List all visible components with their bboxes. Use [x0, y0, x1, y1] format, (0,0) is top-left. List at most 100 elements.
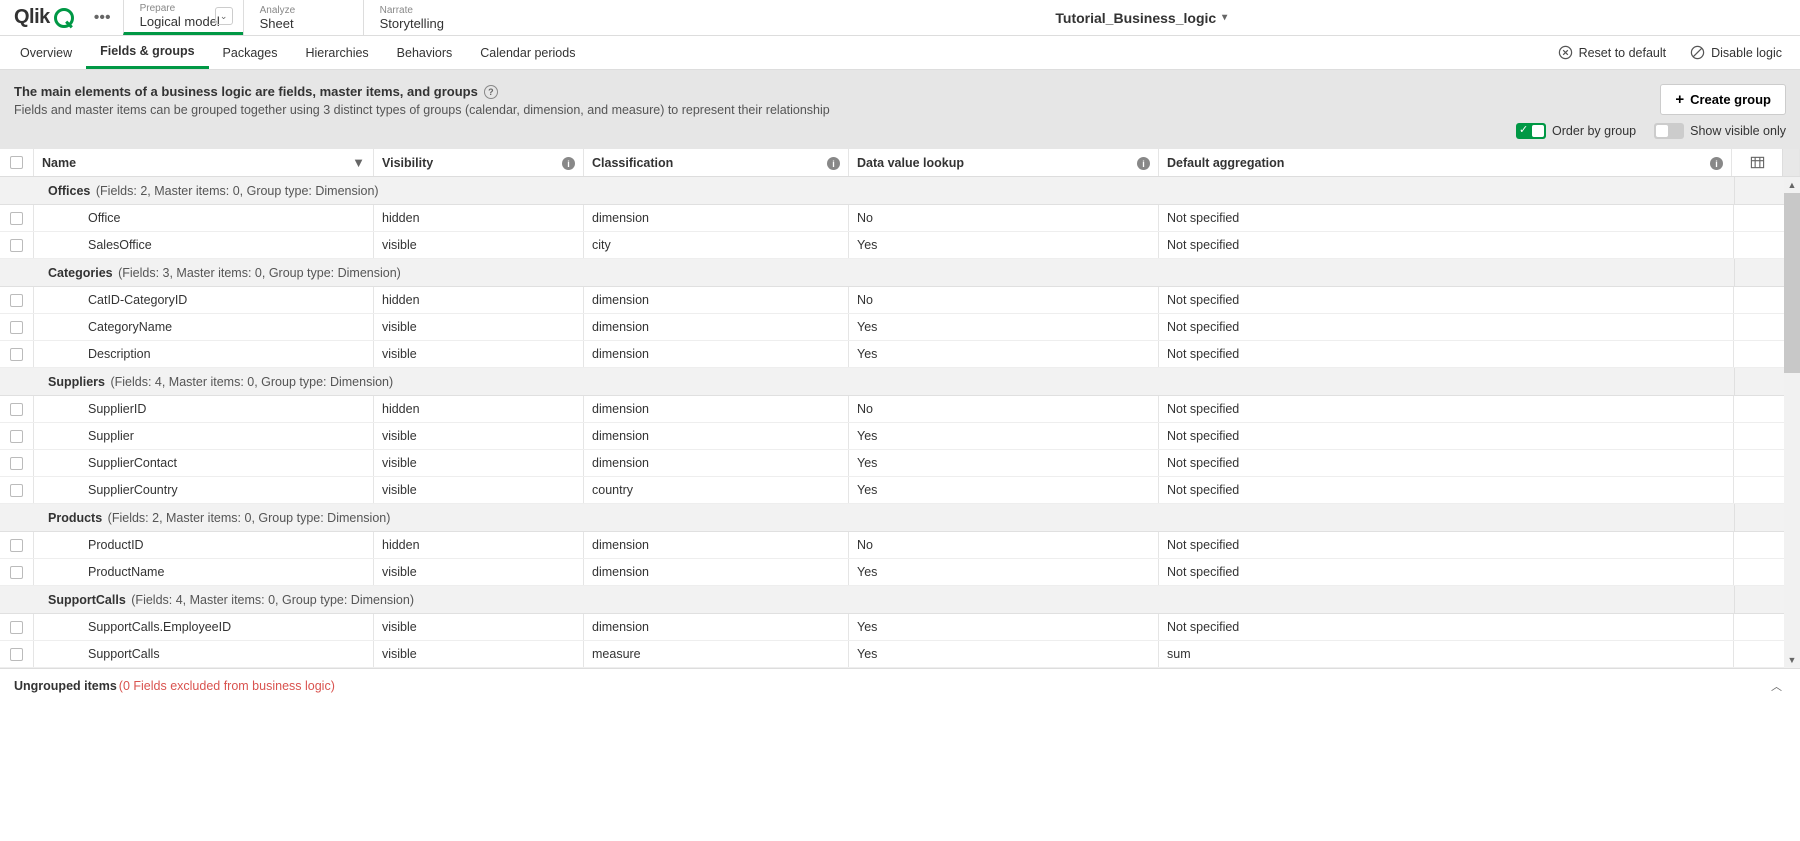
nav-tab-label: Sheet	[260, 16, 347, 31]
row-checkbox[interactable]	[0, 641, 34, 667]
cell-lookup: Yes	[849, 341, 1159, 367]
show-visible-only-toggle[interactable]	[1654, 123, 1684, 139]
scroll-up-button[interactable]: ▲	[1784, 177, 1800, 193]
cell-lookup: Yes	[849, 232, 1159, 258]
order-by-group-toggle[interactable]	[1516, 123, 1546, 139]
cell-end	[1734, 477, 1784, 503]
cell-aggregation: Not specified	[1159, 559, 1734, 585]
row-checkbox[interactable]	[0, 477, 34, 503]
cell-aggregation: Not specified	[1159, 532, 1734, 558]
cell-lookup: No	[849, 396, 1159, 422]
subtab-calendar-periods[interactable]: Calendar periods	[466, 36, 589, 69]
group-row[interactable]: Products (Fields: 2, Master items: 0, Gr…	[0, 504, 1800, 532]
vertical-scrollbar[interactable]: ▲ ▼	[1784, 177, 1800, 668]
cell-lookup: Yes	[849, 477, 1159, 503]
row-checkbox[interactable]	[0, 205, 34, 231]
table-row[interactable]: SalesOfficevisiblecityYesNot specified	[0, 232, 1800, 259]
table-row[interactable]: ProductNamevisibledimensionYesNot specif…	[0, 559, 1800, 586]
scroll-down-button[interactable]: ▼	[1784, 652, 1800, 668]
scroll-thumb[interactable]	[1784, 193, 1800, 373]
cell-aggregation: Not specified	[1159, 314, 1734, 340]
row-checkbox[interactable]	[0, 232, 34, 258]
row-checkbox[interactable]	[0, 287, 34, 313]
table-row[interactable]: SuppliervisibledimensionYesNot specified	[0, 423, 1800, 450]
cell-lookup: Yes	[849, 450, 1159, 476]
header-visibility[interactable]: Visibility i	[374, 149, 584, 176]
table-row[interactable]: SupportCalls.EmployeeIDvisibledimensionY…	[0, 614, 1800, 641]
cell-classification: city	[584, 232, 849, 258]
info-icon[interactable]: i	[1137, 155, 1150, 171]
header-classification[interactable]: Classification i	[584, 149, 849, 176]
reset-to-default-button[interactable]: Reset to default	[1546, 45, 1679, 60]
header-name[interactable]: Name ▼	[34, 149, 374, 176]
group-name: Products	[48, 511, 102, 525]
create-group-button[interactable]: + Create group	[1660, 84, 1786, 115]
column-picker-button[interactable]	[1732, 149, 1782, 176]
help-icon[interactable]: ?	[484, 85, 498, 99]
ungrouped-items-bar[interactable]: Ungrouped items (0 Fields excluded from …	[0, 668, 1800, 702]
table-row[interactable]: OfficehiddendimensionNoNot specified	[0, 205, 1800, 232]
row-checkbox[interactable]	[0, 341, 34, 367]
filter-icon[interactable]: ▼	[352, 155, 365, 170]
header-aggregation[interactable]: Default aggregation i	[1159, 149, 1732, 176]
scrollbar-header	[1782, 149, 1800, 176]
row-checkbox[interactable]	[0, 532, 34, 558]
cell-aggregation: Not specified	[1159, 423, 1734, 449]
group-row[interactable]: SupportCalls (Fields: 4, Master items: 0…	[0, 586, 1800, 614]
disable-logic-button[interactable]: Disable logic	[1678, 45, 1794, 60]
chevron-up-icon[interactable]: ︿	[1767, 674, 1786, 698]
cell-name: ProductID	[34, 532, 374, 558]
group-meta: (Fields: 4, Master items: 0, Group type:…	[128, 593, 414, 607]
more-menu-button[interactable]: •••	[82, 0, 123, 35]
group-row[interactable]: Categories (Fields: 3, Master items: 0, …	[0, 259, 1800, 287]
table-row[interactable]: CatID-CategoryIDhiddendimensionNoNot spe…	[0, 287, 1800, 314]
row-checkbox[interactable]	[0, 314, 34, 340]
info-icon[interactable]: i	[1710, 155, 1723, 171]
app-title[interactable]: Tutorial_Business_logic ▾	[483, 0, 1800, 35]
nav-tab-sheet[interactable]: AnalyzeSheet	[243, 0, 363, 35]
cell-classification: country	[584, 477, 849, 503]
cell-name: SalesOffice	[34, 232, 374, 258]
logo[interactable]: Qlik	[0, 0, 82, 35]
table-row[interactable]: ProductIDhiddendimensionNoNot specified	[0, 532, 1800, 559]
header-lookup[interactable]: Data value lookup i	[849, 149, 1159, 176]
cell-name: SupplierID	[34, 396, 374, 422]
info-icon[interactable]: i	[827, 155, 840, 171]
group-row[interactable]: Offices (Fields: 2, Master items: 0, Gro…	[0, 177, 1800, 205]
table-row[interactable]: SupportCallsvisiblemeasureYessum	[0, 641, 1800, 668]
row-checkbox[interactable]	[0, 450, 34, 476]
cell-end	[1734, 532, 1784, 558]
cell-end	[1734, 205, 1784, 231]
row-checkbox[interactable]	[0, 396, 34, 422]
cell-aggregation: Not specified	[1159, 205, 1734, 231]
table-row[interactable]: DescriptionvisibledimensionYesNot specif…	[0, 341, 1800, 368]
cell-name: SupportCalls	[34, 641, 374, 667]
table-row[interactable]: SupplierCountryvisiblecountryYesNot spec…	[0, 477, 1800, 504]
table-row[interactable]: SupplierContactvisibledimensionYesNot sp…	[0, 450, 1800, 477]
subtab-packages[interactable]: Packages	[209, 36, 292, 69]
chevron-down-icon[interactable]: ⌄	[215, 7, 233, 25]
subtab-overview[interactable]: Overview	[6, 36, 86, 69]
cell-lookup: Yes	[849, 614, 1159, 640]
sub-tabs: OverviewFields & groupsPackagesHierarchi…	[0, 36, 1800, 70]
table-row[interactable]: SupplierIDhiddendimensionNoNot specified	[0, 396, 1800, 423]
top-bar: Qlik ••• PrepareLogical model⌄AnalyzeShe…	[0, 0, 1800, 36]
cell-name: SupplierContact	[34, 450, 374, 476]
nav-tab-storytelling[interactable]: NarrateStorytelling	[363, 0, 483, 35]
cell-visibility: hidden	[374, 287, 584, 313]
subtab-behaviors[interactable]: Behaviors	[383, 36, 467, 69]
cell-name: Description	[34, 341, 374, 367]
create-group-label: Create group	[1690, 92, 1771, 107]
cell-visibility: visible	[374, 232, 584, 258]
row-checkbox[interactable]	[0, 614, 34, 640]
table-row[interactable]: CategoryNamevisibledimensionYesNot speci…	[0, 314, 1800, 341]
subtab-fields-groups[interactable]: Fields & groups	[86, 36, 208, 69]
nav-tab-logical-model[interactable]: PrepareLogical model⌄	[123, 0, 243, 35]
group-meta: (Fields: 2, Master items: 0, Group type:…	[92, 184, 378, 198]
row-checkbox[interactable]	[0, 559, 34, 585]
subtab-hierarchies[interactable]: Hierarchies	[291, 36, 382, 69]
group-row[interactable]: Suppliers (Fields: 4, Master items: 0, G…	[0, 368, 1800, 396]
row-checkbox[interactable]	[0, 423, 34, 449]
info-icon[interactable]: i	[562, 155, 575, 171]
header-checkbox[interactable]	[0, 149, 34, 176]
